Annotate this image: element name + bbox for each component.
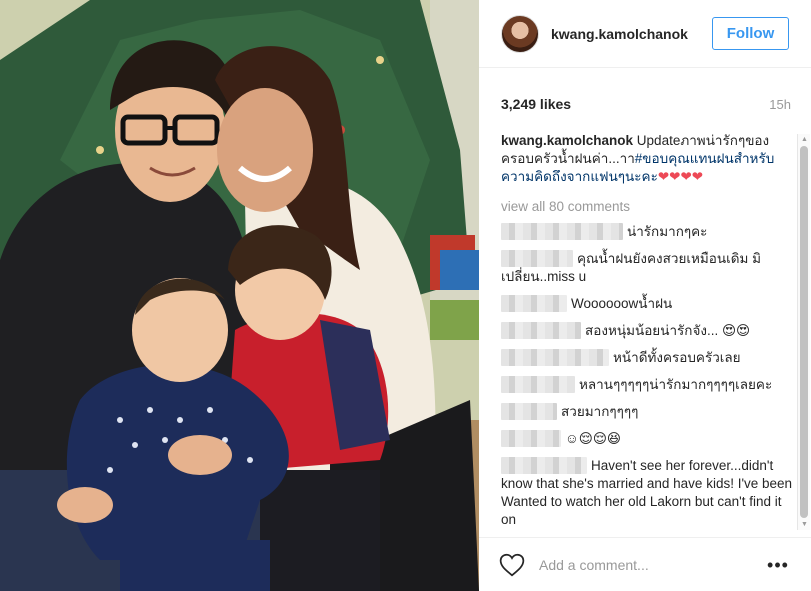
scroll-up-arrow-icon[interactable]: ▲ xyxy=(801,136,808,143)
comment-item: สองหนุ่มน้อยน่ารักจัง... 😍😍 xyxy=(501,322,795,340)
comment-text: ☺😌😌😆 xyxy=(565,431,622,446)
ellipsis-icon[interactable]: ••• xyxy=(766,555,790,575)
comment-text: สองหนุ่มน้อยน่ารักจัง... 😍😍 xyxy=(585,323,751,338)
post-side-panel: kwang.kamolchanok Follow 3,249 likes 15h… xyxy=(479,0,811,591)
comment-text: น่ารักมากๆคะ xyxy=(627,224,708,239)
comment-item: Haven't see her forever...didn't know th… xyxy=(501,457,795,529)
caption-username[interactable]: kwang.kamolchanok xyxy=(501,133,633,148)
man-hand xyxy=(168,435,232,475)
caption: kwang.kamolchanok Updateภาพน่ารักๆของครอ… xyxy=(501,132,795,186)
comments-scrollbar[interactable]: ▲ ▼ xyxy=(797,134,810,530)
scroll-thumb[interactable] xyxy=(800,146,808,518)
present-green xyxy=(430,300,479,340)
family-photo-illustration xyxy=(0,0,479,591)
likes-count[interactable]: 3,249 likes xyxy=(501,96,571,112)
comment-item: คุณน้ำฝนยังคงสวยเหมือนเดิม มิเปลี่ยน..mi… xyxy=(501,250,795,286)
heart-outline-icon[interactable] xyxy=(499,553,525,577)
avatar[interactable] xyxy=(501,14,539,53)
comment-text: Woooooowน้ำฝน xyxy=(571,296,673,311)
blurred-username[interactable] xyxy=(501,295,567,312)
post-timestamp[interactable]: 15h xyxy=(769,97,791,112)
caption-hearts: ❤❤❤❤ xyxy=(657,169,704,184)
post-header: kwang.kamolchanok Follow xyxy=(479,0,811,68)
header-username[interactable]: kwang.kamolchanok xyxy=(551,26,688,42)
woman-face xyxy=(217,88,313,212)
boy-pants xyxy=(260,470,380,591)
comment-item: หลานๆๆๆๆๆน่ารักมากๆๆๆๆเลยคะ xyxy=(501,376,795,394)
blurred-username[interactable] xyxy=(501,403,557,420)
comment-bar: ••• xyxy=(479,537,811,591)
comment-item: หน้าดีทั้งครอบครัวเลย xyxy=(501,349,795,367)
comment-item: Woooooowน้ำฝน xyxy=(501,295,795,313)
blurred-username[interactable] xyxy=(501,349,609,366)
present-blue xyxy=(440,250,479,290)
blurred-username[interactable] xyxy=(501,223,623,240)
comment-item: ☺😌😌😆 xyxy=(501,430,795,448)
comments-list[interactable]: kwang.kamolchanok Updateภาพน่ารักๆของครอ… xyxy=(501,132,795,530)
blurred-username[interactable] xyxy=(501,457,587,474)
comment-text: หน้าดีทั้งครอบครัวเลย xyxy=(613,350,741,365)
post-photo[interactable] xyxy=(0,0,479,591)
view-all-comments-link[interactable]: view all 80 comments xyxy=(501,198,795,216)
post-stats: 3,249 likes 15h xyxy=(501,94,791,114)
toddler-pants xyxy=(120,540,270,591)
blurred-username[interactable] xyxy=(501,376,575,393)
add-comment-input[interactable] xyxy=(539,556,749,573)
comment-text: หลานๆๆๆๆๆน่ารักมากๆๆๆๆเลยคะ xyxy=(579,377,773,392)
blurred-username[interactable] xyxy=(501,250,573,267)
scroll-down-arrow-icon[interactable]: ▼ xyxy=(801,521,808,528)
follow-button[interactable]: Follow xyxy=(712,17,789,50)
comment-text: สวยมากๆๆๆๆ xyxy=(561,404,639,419)
blurred-username[interactable] xyxy=(501,430,561,447)
comment-item: น่ารักมากๆคะ xyxy=(501,223,795,241)
comment-item: สวยมากๆๆๆๆ xyxy=(501,403,795,421)
blurred-username[interactable] xyxy=(501,322,581,339)
